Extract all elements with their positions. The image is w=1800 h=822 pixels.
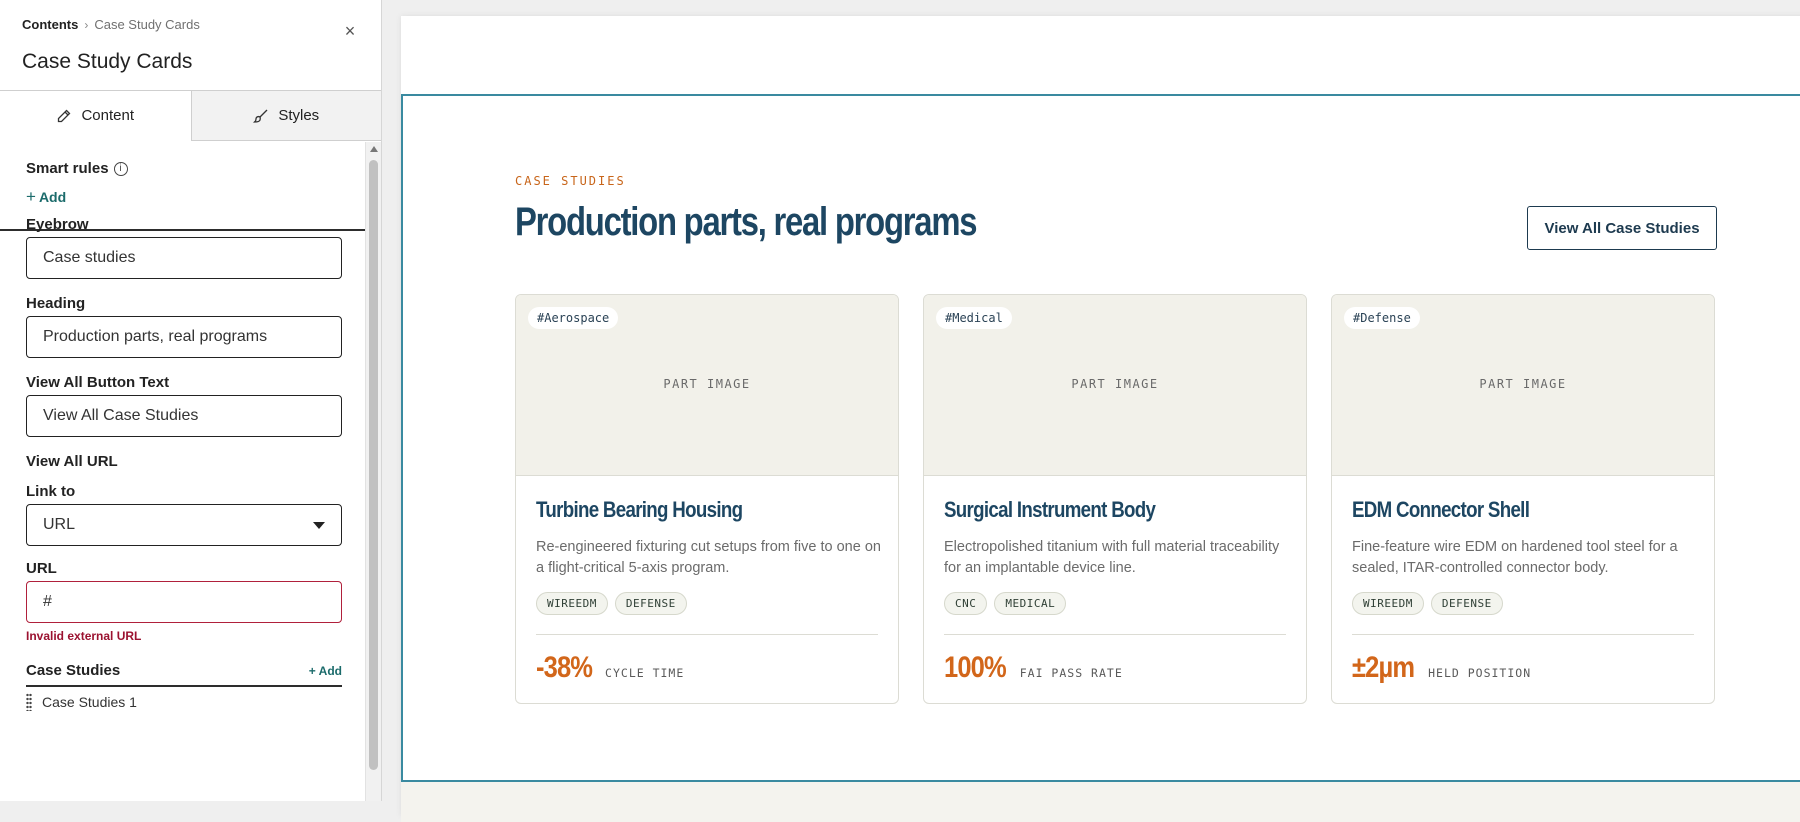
link-to-selected-value: URL — [43, 516, 76, 533]
scroll-up-icon[interactable] — [370, 146, 378, 152]
card-stat: -38% CYCLE TIME — [536, 651, 684, 685]
link-to-label: Link to — [26, 483, 76, 500]
stat-value: ±2µm — [1352, 651, 1415, 684]
panel-scrollbar[interactable] — [365, 142, 381, 801]
url-error-message: Invalid external URL — [26, 629, 142, 643]
scrollbar-thumb[interactable] — [369, 160, 378, 770]
image-placeholder-text: PART IMAGE — [1071, 377, 1159, 391]
card-image: #Medical PART IMAGE — [924, 295, 1306, 476]
add-smart-rule-label: Add — [38, 189, 67, 205]
preview-page: CASE STUDIES Production parts, real prog… — [401, 16, 1800, 822]
case-study-card[interactable]: #Medical PART IMAGE Surgical Instrument … — [923, 294, 1307, 704]
image-placeholder-text: PART IMAGE — [663, 377, 751, 391]
add-case-study-button[interactable]: + Add — [309, 664, 342, 678]
close-icon[interactable]: × — [341, 22, 359, 40]
case-studies-label: Case Studies — [26, 662, 121, 679]
module-eyebrow: CASE STUDIES — [515, 174, 626, 188]
breadcrumb-root-link[interactable]: Contents — [22, 17, 78, 32]
case-study-list-item[interactable]: Case Studies 1 — [26, 687, 342, 717]
smart-rules-section: Smart rules i + Add — [26, 160, 128, 207]
card-chip: DEFENSE — [614, 592, 687, 615]
heading-field-label: Heading — [26, 295, 86, 312]
card-stat: ±2µm HELD POSITION — [1352, 651, 1531, 685]
brush-icon — [253, 109, 268, 123]
button-text-field-label: View All Button Text — [26, 374, 170, 391]
card-divider — [1352, 634, 1694, 635]
card-tag: #Defense — [1344, 307, 1420, 329]
tab-content-label: Content — [81, 107, 135, 124]
stat-label: CYCLE TIME — [605, 666, 685, 680]
eyebrow-field-label: Eyebrow — [26, 216, 89, 233]
chevron-down-icon — [313, 522, 325, 529]
card-image: #Aerospace PART IMAGE — [516, 295, 898, 476]
card-chip: CNC — [944, 592, 988, 615]
image-placeholder-text: PART IMAGE — [1479, 377, 1567, 391]
stat-value: 100% — [944, 651, 1007, 684]
panel-title: Case Study Cards — [22, 50, 193, 73]
heading-field[interactable]: Production parts, real programs — [26, 316, 342, 358]
module-heading: Production parts, real programs — [515, 200, 978, 244]
case-study-item-label: Case Studies 1 — [42, 694, 137, 710]
tab-styles[interactable]: Styles — [190, 91, 381, 140]
card-tag: #Medical — [936, 307, 1012, 329]
card-chip: WIREEDM — [1352, 592, 1424, 615]
card-divider — [944, 634, 1286, 635]
drag-handle-icon[interactable] — [26, 693, 32, 711]
stat-label: FAI PASS RATE — [1019, 666, 1123, 680]
url-field-label: URL — [26, 560, 57, 577]
add-smart-rule-button[interactable]: + Add — [26, 187, 128, 207]
next-section-preview — [401, 782, 1800, 822]
case-study-card[interactable]: #Aerospace PART IMAGE Turbine Bearing Ho… — [515, 294, 899, 704]
card-chips: CNC MEDICAL — [944, 592, 1067, 615]
case-studies-header: Case Studies + Add — [26, 662, 342, 687]
card-chip: MEDICAL — [994, 592, 1067, 615]
card-stat: 100% FAI PASS RATE — [944, 651, 1123, 685]
panel-body: Smart rules i + Add Eyebrow Case studies… — [0, 142, 366, 801]
case-study-module[interactable]: CASE STUDIES Production parts, real prog… — [401, 94, 1800, 782]
tab-styles-label: Styles — [278, 107, 320, 124]
card-image: #Defense PART IMAGE — [1332, 295, 1714, 476]
card-chip: WIREEDM — [536, 592, 608, 615]
card-title: Surgical Instrument Body — [944, 497, 1156, 522]
card-description: Fine-feature wire EDM on hardened tool s… — [1352, 539, 1678, 576]
card-tag: #Aerospace — [528, 307, 619, 329]
url-field[interactable]: # — [26, 581, 342, 623]
pencil-icon — [58, 109, 71, 122]
smart-rules-label: Smart rules i — [26, 160, 128, 177]
editor-panel: Contents › Case Study Cards Case Study C… — [0, 0, 382, 801]
stat-label: HELD POSITION — [1428, 666, 1532, 680]
case-study-card[interactable]: #Defense PART IMAGE EDM Connector Shell … — [1331, 294, 1715, 704]
card-description: Re-engineered fixturing cut setups from … — [536, 539, 881, 576]
link-to-select[interactable]: URL — [26, 504, 342, 546]
card-divider — [536, 634, 878, 635]
button-text-field[interactable]: View All Case Studies — [26, 395, 342, 437]
card-title: EDM Connector Shell — [1352, 497, 1530, 522]
smart-rules-text: Smart rules — [26, 160, 109, 177]
view-all-button[interactable]: View All Case Studies — [1527, 206, 1717, 250]
stat-value: -38% — [536, 651, 593, 684]
info-icon[interactable]: i — [113, 161, 128, 176]
breadcrumb-current: Case Study Cards — [94, 17, 200, 32]
breadcrumb: Contents › Case Study Cards — [22, 17, 200, 32]
card-chips: WIREEDM DEFENSE — [536, 592, 687, 615]
breadcrumb-separator-icon: › — [84, 17, 89, 32]
tab-content[interactable]: Content — [0, 91, 191, 141]
panel-tabs: Content Styles — [0, 91, 381, 141]
plus-icon: + — [26, 187, 36, 206]
card-chips: WIREEDM DEFENSE — [1352, 592, 1503, 615]
view-all-url-label: View All URL — [26, 453, 118, 470]
card-chip: DEFENSE — [1430, 592, 1503, 615]
preview-canvas: CASE STUDIES Production parts, real prog… — [383, 0, 1800, 822]
card-description: Electropolished titanium with full mater… — [944, 539, 1280, 576]
card-title: Turbine Bearing Housing — [536, 497, 743, 522]
panel-header: Contents › Case Study Cards Case Study C… — [0, 0, 381, 91]
eyebrow-field[interactable]: Case studies — [26, 237, 342, 279]
